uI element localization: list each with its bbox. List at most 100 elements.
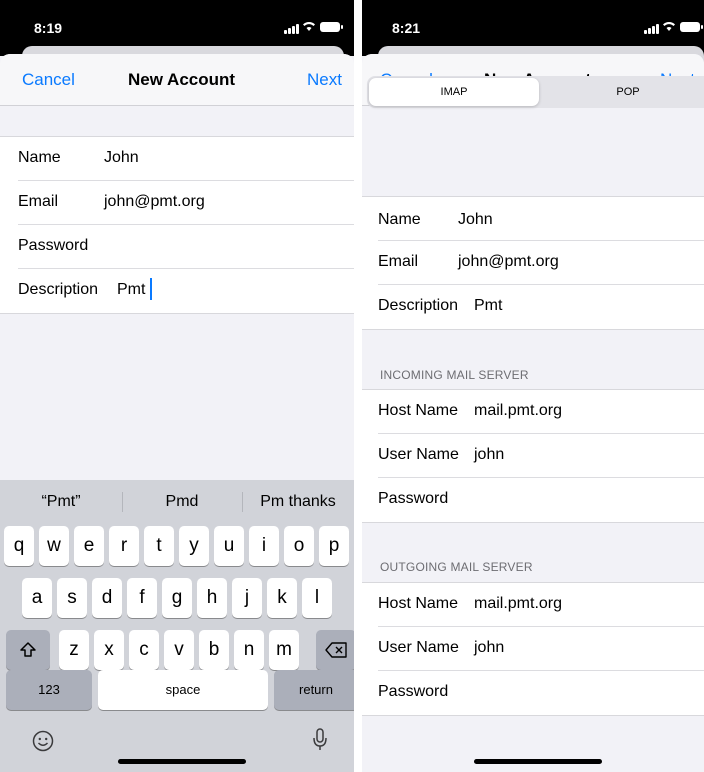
name-field[interactable]: Name John [0, 137, 354, 181]
shift-icon [20, 642, 36, 657]
predictive-bar: “Pmt” Pmd Pm thanks [0, 480, 354, 524]
field-label: Host Name [378, 595, 459, 612]
right-phone-screen: 8:21 Cancel New Account Next IMAP POP Na… [362, 0, 704, 772]
field-label: Description [378, 297, 459, 314]
keyboard-key[interactable]: x [94, 630, 124, 670]
home-indicator[interactable] [118, 759, 246, 764]
name-field[interactable]: Name John [362, 197, 704, 241]
description-field[interactable]: Description Pmt [0, 269, 354, 313]
keyboard-key[interactable]: v [164, 630, 194, 670]
outgoing-host-input[interactable]: mail.pmt.org [474, 595, 562, 613]
keyboard-key[interactable]: r [109, 526, 139, 566]
incoming-host-input[interactable]: mail.pmt.org [474, 402, 562, 420]
microphone-icon[interactable] [312, 728, 328, 752]
next-button[interactable]: Next [307, 70, 342, 90]
keyboard-key[interactable]: w [39, 526, 69, 566]
email-input[interactable]: john@pmt.org [458, 253, 559, 271]
incoming-host-name-field[interactable]: Host Name mail.pmt.org [362, 390, 704, 434]
field-label: Description [18, 281, 99, 298]
field-label: Password [378, 683, 449, 700]
keyboard: “Pmt” Pmd Pm thanks qwertyuiop asdfghjkl z… [0, 480, 354, 772]
text-cursor [150, 278, 152, 300]
keyboard-key[interactable]: a [22, 578, 52, 618]
keyboard-key[interactable]: f [127, 578, 157, 618]
field-label: Email [378, 253, 419, 270]
keyboard-key[interactable]: e [74, 526, 104, 566]
keyboard-key[interactable]: y [179, 526, 209, 566]
space-key[interactable]: space [98, 670, 268, 710]
return-key[interactable]: return [274, 670, 354, 710]
battery-icon [680, 22, 703, 32]
field-label: Host Name [378, 402, 459, 419]
outgoing-host-name-field[interactable]: Host Name mail.pmt.org [362, 583, 704, 627]
home-indicator[interactable] [474, 759, 602, 764]
outgoing-user-input[interactable]: john [474, 639, 504, 657]
prediction-suggestion[interactable]: Pmd [122, 493, 242, 511]
keyboard-key[interactable]: d [92, 578, 122, 618]
field-label: Name [378, 211, 421, 228]
emoji-icon[interactable] [32, 730, 54, 752]
name-input[interactable]: John [104, 149, 139, 167]
password-field[interactable]: Password [0, 225, 354, 269]
keyboard-key[interactable]: s [57, 578, 87, 618]
numbers-key[interactable]: 123 [6, 670, 92, 710]
keyboard-key[interactable]: u [214, 526, 244, 566]
prediction-suggestion[interactable]: Pm thanks [242, 493, 354, 511]
outgoing-mail-server-header: OUTGOING MAIL SERVER [380, 560, 533, 574]
segment-imap[interactable]: IMAP [369, 78, 539, 106]
email-field[interactable]: Email john@pmt.org [0, 181, 354, 225]
account-form: Name John Email john@pmt.org Password De… [0, 136, 354, 314]
keyboard-key[interactable]: j [232, 578, 262, 618]
field-label: User Name [378, 639, 459, 656]
status-icons [644, 22, 704, 34]
segment-pop[interactable]: POP [543, 78, 704, 106]
field-label: Name [18, 149, 61, 166]
description-input[interactable]: Pmt [474, 297, 502, 315]
field-label: Email [18, 193, 59, 210]
keyboard-key[interactable]: t [144, 526, 174, 566]
keyboard-key[interactable]: l [302, 578, 332, 618]
wifi-icon [303, 22, 315, 31]
keyboard-key[interactable]: n [234, 630, 264, 670]
keyboard-key[interactable]: o [284, 526, 314, 566]
description-field[interactable]: Description Pmt [362, 285, 704, 329]
outgoing-password-field[interactable]: Password [362, 671, 704, 715]
left-phone-screen: 8:19 Cancel New Account Next Name John E… [0, 0, 354, 772]
name-input[interactable]: John [458, 211, 493, 229]
field-label: Password [378, 490, 449, 507]
cancel-button[interactable]: Cancel [22, 70, 75, 90]
keyboard-key[interactable]: z [59, 630, 89, 670]
shift-key[interactable] [6, 630, 50, 670]
keyboard-key[interactable]: m [269, 630, 299, 670]
outgoing-server-group: Host Name mail.pmt.org User Name john Pa… [362, 582, 704, 716]
keyboard-key[interactable]: k [267, 578, 297, 618]
nav-title: New Account [128, 70, 236, 89]
battery-icon [320, 22, 343, 32]
nav-bar: Cancel New Account Next [0, 54, 354, 106]
email-field[interactable]: Email john@pmt.org [362, 241, 704, 285]
incoming-password-field[interactable]: Password [362, 478, 704, 522]
incoming-user-name-field[interactable]: User Name john [362, 434, 704, 478]
incoming-server-group: Host Name mail.pmt.org User Name john Pa… [362, 389, 704, 523]
keyboard-key[interactable]: b [199, 630, 229, 670]
keyboard-key[interactable]: q [4, 526, 34, 566]
account-type-segmented-control: IMAP POP [367, 76, 704, 108]
incoming-mail-server-header: INCOMING MAIL SERVER [380, 368, 529, 382]
delete-key[interactable] [316, 630, 354, 670]
email-input[interactable]: john@pmt.org [104, 193, 205, 211]
keyboard-key[interactable]: i [249, 526, 279, 566]
incoming-user-input[interactable]: john [474, 446, 504, 464]
keyboard-key[interactable]: h [197, 578, 227, 618]
outgoing-user-name-field[interactable]: User Name john [362, 627, 704, 671]
field-label: Password [18, 237, 89, 254]
prediction-suggestion[interactable]: “Pmt” [0, 493, 122, 511]
description-input[interactable]: Pmt [117, 281, 145, 299]
keyboard-key[interactable]: c [129, 630, 159, 670]
keyboard-key[interactable]: p [319, 526, 349, 566]
account-info-group: Name John Email john@pmt.org Description… [362, 196, 704, 330]
delete-icon [325, 642, 347, 658]
status-icons [284, 22, 344, 34]
status-time: 8:21 [392, 20, 421, 36]
keyboard-key[interactable]: g [162, 578, 192, 618]
wifi-icon [663, 22, 675, 31]
